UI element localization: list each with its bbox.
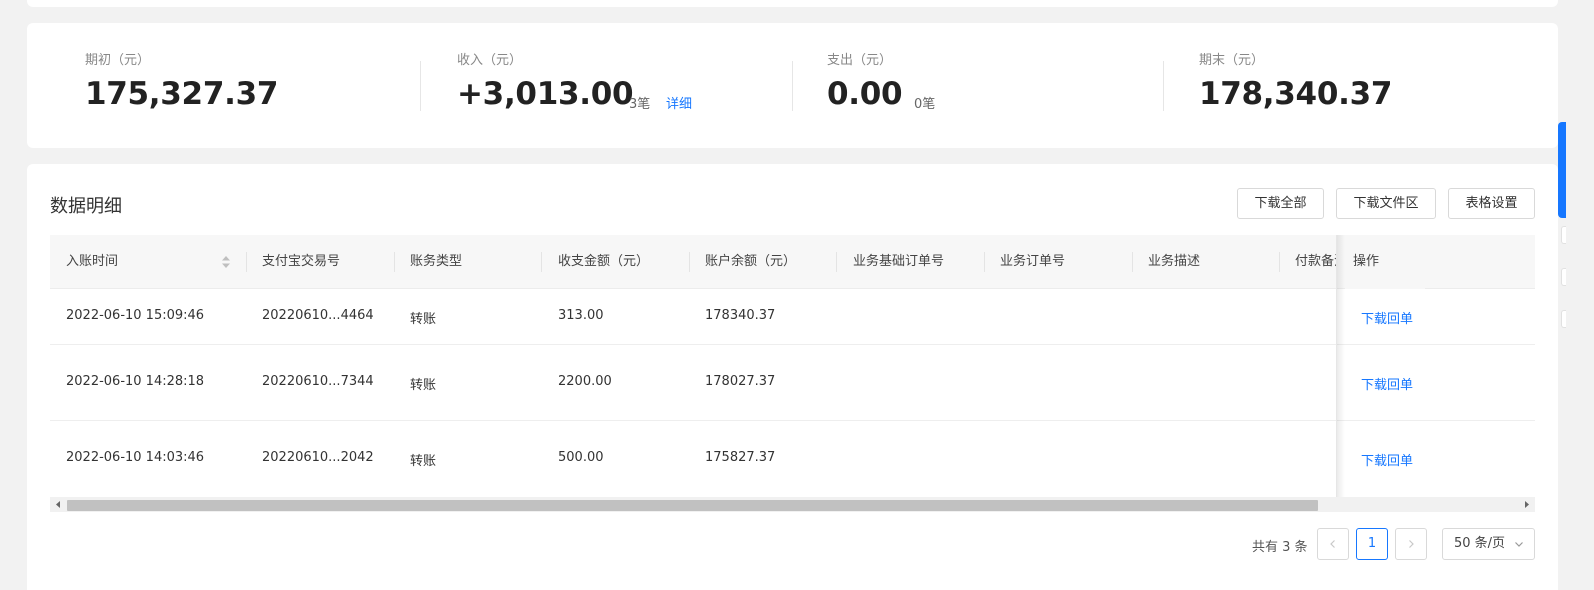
col-header-trade-no: 支付宝交易号: [262, 254, 341, 269]
top-card: [27, 0, 1558, 7]
download-all-button[interactable]: 下载全部: [1237, 188, 1324, 219]
side-toolbar-item[interactable]: [1561, 226, 1566, 244]
download-files-button[interactable]: 下载文件区: [1336, 188, 1436, 219]
download-receipt-link[interactable]: 下载回单: [1361, 308, 1413, 327]
col-header-payment-note: 付款备注: [1295, 254, 1337, 269]
closing-label: 期末（元）: [1199, 53, 1265, 68]
closing-value: 178,340.37: [1199, 76, 1393, 112]
total-count: 共有 3 条: [1252, 540, 1308, 555]
divider: [1163, 61, 1164, 111]
cell-amount: 2200.00: [558, 374, 612, 389]
expense-value: 0.00: [827, 76, 903, 112]
cell-trade-no: 20220610...7344: [262, 374, 374, 389]
cell-type: 转账: [410, 454, 437, 469]
table-row: 2022-06-10 15:09:46 20220610...4464 转账 3…: [50, 289, 1535, 345]
cell-amount: 500.00: [558, 450, 604, 465]
side-panel-tab[interactable]: [1558, 122, 1566, 218]
cell-amount: 313.00: [558, 308, 604, 323]
column-separator: [1132, 252, 1133, 272]
table-row: 2022-06-10 14:28:18 20220610...7344 转账 2…: [50, 345, 1535, 421]
col-header-time[interactable]: 入账时间: [66, 235, 216, 289]
cell-trade-no: 20220610...4464: [262, 308, 374, 323]
opening-label: 期初（元）: [85, 53, 151, 68]
column-separator: [541, 252, 542, 272]
col-header-balance: 账户余额（元）: [705, 254, 797, 269]
column-separator: [984, 252, 985, 272]
col-header-description: 业务描述: [1148, 254, 1201, 269]
income-detail-link[interactable]: 详细: [666, 93, 692, 112]
cell-type: 转账: [410, 378, 437, 393]
cell-trade-no: 20220610...2042: [262, 450, 374, 465]
cell-type: 转账: [410, 312, 437, 327]
column-separator: [394, 252, 395, 272]
cell-time: 2022-06-10 15:09:46: [66, 308, 205, 323]
table-row: 2022-06-10 14:03:46 20220610...2042 转账 5…: [50, 421, 1535, 497]
income-count: 3笔: [629, 97, 651, 112]
col-header-base-order: 业务基础订单号: [853, 254, 945, 269]
scroll-thumb[interactable]: [67, 500, 1318, 511]
page-size-select[interactable]: 50 条/页: [1442, 528, 1535, 560]
cell-time: 2022-06-10 14:03:46: [66, 450, 205, 465]
income-value: +3,013.00: [457, 76, 634, 112]
next-page-button[interactable]: [1395, 528, 1427, 560]
section-title: 数据明细: [50, 196, 122, 217]
column-separator: [1279, 252, 1280, 272]
scroll-right-icon[interactable]: [1519, 497, 1535, 512]
expense-label: 支出（元）: [827, 53, 893, 68]
table-header: 入账时间 支付宝交易号 账务类型 收支金额（元） 账户余额（元） 业务基础订单号…: [50, 235, 1535, 289]
fixed-column-shadow: [1337, 235, 1345, 497]
col-header-action: 操作: [1345, 235, 1425, 289]
income-label: 收入（元）: [457, 53, 523, 68]
chevron-right-icon: [1409, 540, 1414, 548]
expense-count: 0笔: [914, 97, 936, 112]
col-header-amount: 收支金额（元）: [558, 254, 650, 269]
divider: [792, 61, 793, 111]
opening-value: 175,327.37: [85, 76, 279, 112]
page-button-current[interactable]: 1: [1356, 528, 1388, 560]
download-receipt-link[interactable]: 下载回单: [1361, 450, 1413, 469]
col-header-order: 业务订单号: [1000, 254, 1066, 269]
sort-icon[interactable]: [221, 255, 231, 269]
cell-time: 2022-06-10 14:28:18: [66, 374, 205, 389]
cell-balance: 178340.37: [705, 308, 776, 323]
column-separator: [836, 252, 837, 272]
chevron-left-icon: [1330, 540, 1335, 548]
cell-balance: 175827.37: [705, 450, 776, 465]
column-separator: [689, 252, 690, 272]
horizontal-scrollbar[interactable]: [50, 497, 1535, 512]
page-size-value: 50 条/页: [1454, 536, 1506, 551]
side-toolbar-item[interactable]: [1561, 268, 1566, 286]
col-header-type: 账务类型: [410, 254, 463, 269]
summary-card: 期初（元） 175,327.37 收入（元） +3,013.00 3笔 详细 支…: [27, 23, 1558, 148]
divider: [420, 61, 421, 111]
side-toolbar-item[interactable]: [1561, 310, 1566, 328]
prev-page-button[interactable]: [1317, 528, 1349, 560]
download-receipt-link[interactable]: 下载回单: [1361, 374, 1413, 393]
cell-balance: 178027.37: [705, 374, 776, 389]
detail-card: 数据明细 下载全部 下载文件区 表格设置 入账时间 支付宝交易号 账务类型 收支…: [27, 164, 1558, 590]
chevron-down-icon: [1515, 542, 1523, 547]
scroll-left-icon[interactable]: [50, 497, 66, 512]
table-settings-button[interactable]: 表格设置: [1448, 188, 1535, 219]
column-separator: [246, 252, 247, 272]
